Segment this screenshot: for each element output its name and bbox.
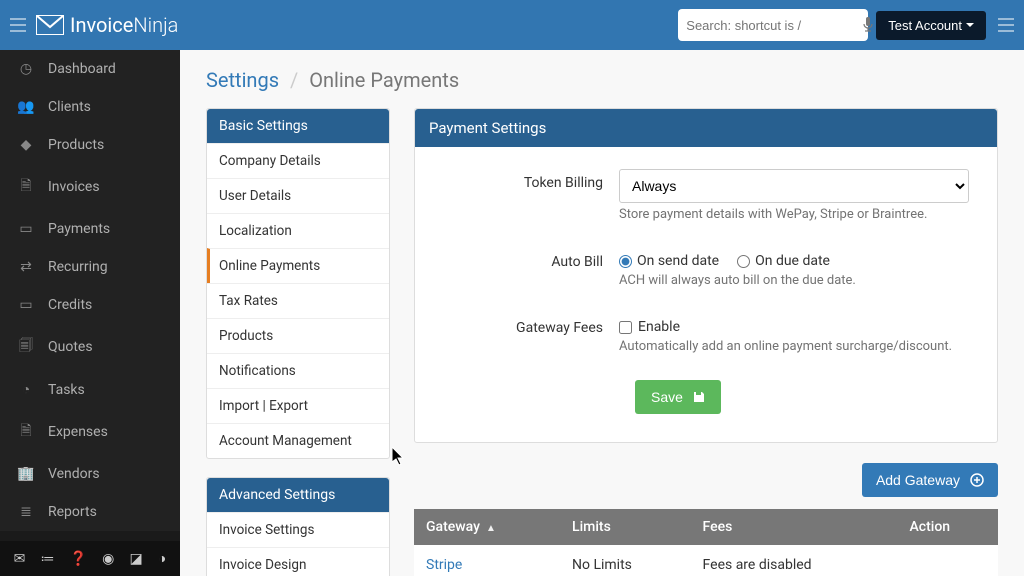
gw-th-limits[interactable]: Limits — [560, 509, 691, 545]
token-billing-select[interactable]: Always — [619, 169, 969, 203]
hamburger-icon[interactable] — [10, 18, 30, 32]
envelope-icon[interactable]: ✉ — [14, 551, 26, 567]
basic-settings-panel: Basic Settings Company Details User Deta… — [206, 108, 390, 459]
caret-down-icon — [966, 23, 974, 27]
brand-name-2: Ninja — [133, 13, 178, 37]
setting-localization[interactable]: Localization — [207, 213, 389, 248]
auto-bill-on-send-date[interactable]: On send date — [619, 253, 719, 269]
account-label: Test Account — [888, 18, 962, 33]
setting-import-export[interactable]: Import | Export — [207, 388, 389, 423]
auto-bill-radio-due[interactable] — [737, 255, 750, 268]
gateway-fees-cell: Fees are disabled — [691, 545, 898, 576]
sidebar-item-tasks[interactable]: ◔Tasks — [0, 370, 180, 409]
payment-settings-header: Payment Settings — [415, 109, 997, 147]
users-icon: 👥 — [18, 99, 34, 115]
add-gateway-label: Add Gateway — [876, 472, 960, 488]
clock-icon: ◔ — [18, 381, 34, 398]
gateway-fees-label: Gateway Fees — [443, 314, 619, 336]
breadcrumb-page: Online Payments — [309, 68, 459, 92]
gateway-fees-help: Automatically add an online payment surc… — [619, 339, 969, 354]
sidebar-item-reports[interactable]: ≣Reports — [0, 493, 180, 531]
setting-notifications[interactable]: Notifications — [207, 353, 389, 388]
file-alt-icon: 🗎 — [18, 420, 34, 444]
sidebar-item-recurring[interactable]: ⇄Recurring — [0, 248, 180, 286]
setting-user-details[interactable]: User Details — [207, 178, 389, 213]
file-text-icon: 🗐 — [18, 335, 34, 359]
table-row[interactable]: Stripe No Limits Fees are disabled — [414, 545, 998, 576]
sidebar-item-products[interactable]: ◆Products — [0, 126, 180, 164]
list-ol-icon[interactable]: ≔ — [40, 551, 54, 567]
basic-settings-header: Basic Settings — [207, 109, 389, 143]
gateway-fees-checkbox[interactable] — [619, 321, 632, 334]
tachometer-icon: ◷ — [18, 61, 34, 77]
gateway-table: Gateway▲ Limits Fees Action Stripe No Li… — [414, 509, 998, 576]
sidebar-item-clients[interactable]: 👥Clients — [0, 88, 180, 126]
setting-account-management[interactable]: Account Management — [207, 423, 389, 458]
search-input[interactable] — [686, 18, 862, 33]
topbar: InvoiceNinja Test Account — [0, 0, 1024, 50]
token-billing-label: Token Billing — [443, 169, 619, 191]
credit-card-icon: ▭ — [18, 221, 34, 237]
sidebar-item-credits[interactable]: ▭Credits — [0, 286, 180, 324]
breadcrumb-root[interactable]: Settings — [206, 68, 279, 92]
gw-th-action[interactable]: Action — [898, 509, 999, 545]
sidebar-item-dashboard[interactable]: ◷Dashboard — [0, 50, 180, 88]
payment-settings-panel: Payment Settings Token Billing Always St… — [414, 108, 998, 443]
setting-tax-rates[interactable]: Tax Rates — [207, 283, 389, 318]
add-gateway-button[interactable]: Add Gateway — [862, 463, 998, 497]
twitter-icon[interactable]: ◪ — [130, 551, 143, 567]
auto-bill-label: Auto Bill — [443, 248, 619, 270]
setting-products[interactable]: Products — [207, 318, 389, 353]
gateway-limits-cell: No Limits — [560, 545, 691, 576]
sort-asc-icon: ▲ — [486, 523, 496, 534]
envelope-icon — [36, 15, 64, 35]
save-label: Save — [651, 389, 683, 405]
gateway-fees-enable[interactable]: Enable — [619, 319, 969, 335]
gateway-action-cell — [898, 545, 999, 576]
floppy-icon — [693, 391, 705, 403]
breadcrumb: Settings / Online Payments — [206, 68, 998, 92]
credit-card-alt-icon: ▭ — [18, 297, 34, 313]
advanced-settings-panel: Advanced Settings Invoice Settings Invoi… — [206, 477, 390, 576]
sidebar-item-quotes[interactable]: 🗐Quotes — [0, 324, 180, 370]
sidebar-item-payments[interactable]: ▭Payments — [0, 210, 180, 248]
advanced-settings-header: Advanced Settings — [207, 478, 389, 512]
brand-name-1: Invoice — [70, 13, 133, 37]
building-icon: 🏢 — [18, 466, 34, 482]
facebook-icon[interactable]: ◉ — [102, 551, 114, 567]
sidebar: ◷Dashboard 👥Clients ◆Products 🗎Invoices … — [0, 50, 180, 576]
save-button[interactable]: Save — [635, 380, 721, 414]
token-billing-help: Store payment details with WePay, Stripe… — [619, 207, 969, 222]
gw-th-gateway[interactable]: Gateway▲ — [414, 509, 560, 545]
right-hamburger-icon[interactable] — [998, 18, 1014, 32]
list-icon: ≣ — [18, 504, 34, 520]
search-input-wrapper[interactable] — [678, 9, 868, 41]
auto-bill-on-due-date[interactable]: On due date — [737, 253, 830, 269]
gateway-link[interactable]: Stripe — [426, 557, 462, 573]
sidebar-item-expenses[interactable]: 🗎Expenses — [0, 409, 180, 455]
microphone-icon[interactable] — [862, 17, 874, 33]
question-icon[interactable]: ❓ — [70, 551, 87, 567]
auto-bill-radio-send[interactable] — [619, 255, 632, 268]
logo[interactable]: InvoiceNinja — [36, 13, 178, 37]
sidebar-item-settings[interactable]: ⚙Settings — [0, 531, 180, 541]
sidebar-item-vendors[interactable]: 🏢Vendors — [0, 455, 180, 493]
sidebar-footer: ✉ ≔ ❓ ◉ ◪ ◑ — [0, 541, 180, 576]
setting-invoice-settings[interactable]: Invoice Settings — [207, 512, 389, 547]
gw-th-fees[interactable]: Fees — [691, 509, 898, 545]
file-icon: 🗎 — [18, 175, 34, 199]
main-content: Settings / Online Payments Basic Setting… — [180, 50, 1024, 576]
github-icon[interactable]: ◑ — [158, 550, 166, 567]
exchange-icon: ⇄ — [18, 259, 34, 275]
setting-online-payments[interactable]: Online Payments — [207, 248, 389, 283]
auto-bill-help: ACH will always auto bill on the due dat… — [619, 273, 969, 288]
sidebar-item-invoices[interactable]: 🗎Invoices — [0, 164, 180, 210]
cube-icon: ◆ — [18, 137, 34, 153]
plus-circle-icon — [970, 473, 984, 487]
setting-company-details[interactable]: Company Details — [207, 143, 389, 178]
setting-invoice-design[interactable]: Invoice Design — [207, 547, 389, 576]
account-dropdown-button[interactable]: Test Account — [876, 11, 986, 40]
